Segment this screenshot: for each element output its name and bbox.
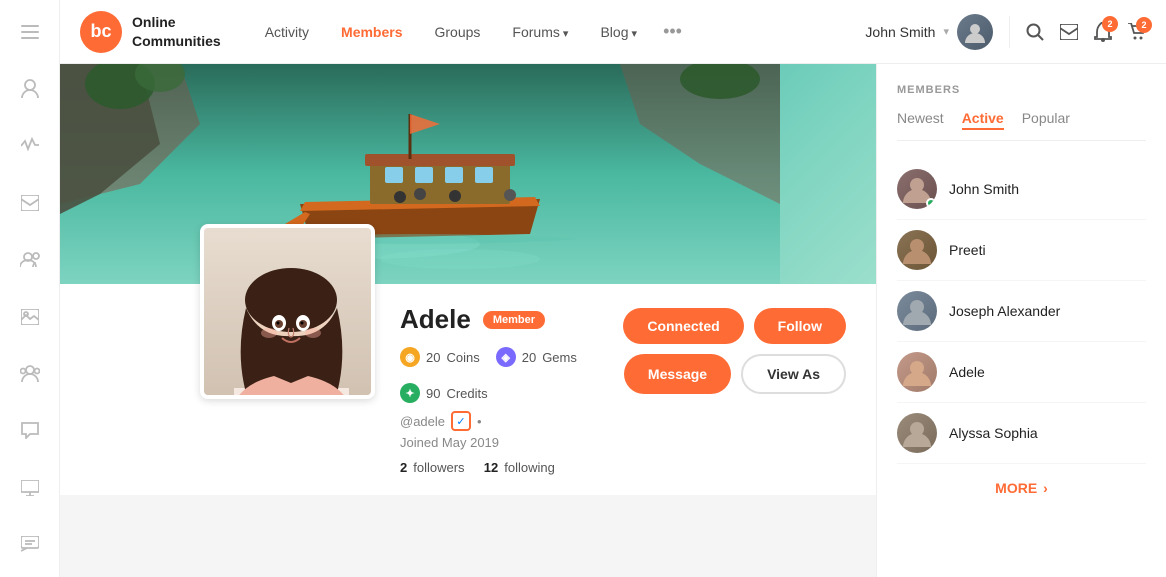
sidebar-user-icon[interactable] — [12, 73, 48, 106]
sidebar-inbox-icon[interactable] — [12, 187, 48, 220]
sidebar — [0, 0, 60, 577]
member-name: Joseph Alexander — [949, 303, 1060, 319]
profile-name: Adele — [400, 304, 471, 335]
nav-links: Activity Members Groups Forums Blog ••• — [251, 13, 846, 50]
member-list-item[interactable]: John Smith — [897, 159, 1146, 220]
sidebar-comment-icon[interactable] — [12, 528, 48, 561]
member-avatar — [897, 169, 937, 209]
nav-activity[interactable]: Activity — [251, 16, 323, 48]
secondary-actions: Message View As — [624, 354, 846, 394]
member-avatar — [897, 352, 937, 392]
online-indicator — [926, 198, 936, 208]
member-name: John Smith — [949, 181, 1019, 197]
sidebar-people-icon[interactable] — [12, 244, 48, 277]
credits-stat: ✦ 90 Credits — [400, 383, 488, 403]
tab-active[interactable]: Active — [962, 110, 1004, 130]
sidebar-activity-icon[interactable] — [12, 130, 48, 163]
following-label: following — [504, 460, 555, 475]
member-name: Alyssa Sophia — [949, 425, 1038, 441]
nav-right-area: John Smith ▾ — [865, 14, 1146, 50]
more-members-link[interactable]: MORE › — [897, 480, 1146, 496]
member-list-item[interactable]: Alyssa Sophia — [897, 403, 1146, 464]
members-heading: MEMBERS — [897, 84, 1146, 96]
nav-groups[interactable]: Groups — [421, 16, 495, 48]
top-navigation: bc Online Communities Activity Members G… — [60, 0, 1166, 64]
profile-stats: ◉ 20 Coins ◈ 20 Gems ✦ 90 Credits — [400, 347, 593, 403]
brand-name: Online Communities — [132, 13, 221, 49]
cart-button[interactable]: 2 — [1128, 23, 1146, 41]
profile-section: Adele Member ◉ 20 Coins ◈ 20 Gems — [60, 64, 876, 577]
cover-image — [60, 64, 780, 284]
members-tabs: Newest Active Popular — [897, 110, 1146, 141]
user-menu[interactable]: John Smith ▾ — [865, 14, 993, 50]
nav-more-dots[interactable]: ••• — [655, 13, 690, 50]
cart-badge: 2 — [1136, 17, 1152, 33]
nav-blog[interactable]: Blog — [586, 16, 651, 48]
member-name: Adele — [949, 364, 985, 380]
notifications-badge: 2 — [1102, 16, 1118, 32]
followers-label: followers — [413, 460, 464, 475]
member-list-item[interactable]: Joseph Alexander — [897, 281, 1146, 342]
verified-icon: ✓ — [451, 411, 471, 431]
coins-icon: ◉ — [400, 347, 420, 367]
profile-name-row: Adele Member — [400, 304, 593, 335]
main-content: bc Online Communities Activity Members G… — [60, 0, 1166, 577]
page-content: Adele Member ◉ 20 Coins ◈ 20 Gems — [60, 64, 1166, 577]
sidebar-image-icon[interactable] — [12, 301, 48, 334]
gems-icon: ◈ — [496, 347, 516, 367]
member-avatar — [897, 291, 937, 331]
logo-icon: bc — [80, 11, 122, 53]
member-badge: Member — [483, 311, 545, 329]
member-avatar — [897, 230, 937, 270]
profile-details: Adele Member ◉ 20 Coins ◈ 20 Gems — [400, 304, 593, 475]
member-list-item[interactable]: Preeti — [897, 220, 1146, 281]
tab-popular[interactable]: Popular — [1022, 110, 1070, 130]
nav-members[interactable]: Members — [327, 16, 416, 48]
member-name: Preeti — [949, 242, 986, 258]
cover-photo — [60, 64, 876, 284]
profile-joined: Joined May 2019 — [400, 435, 593, 450]
nav-user-avatar — [957, 14, 993, 50]
profile-handle: @adele ✓ • — [400, 411, 593, 431]
view-as-button[interactable]: View As — [741, 354, 846, 394]
coins-stat: ◉ 20 Coins — [400, 347, 480, 367]
member-list-item[interactable]: Adele — [897, 342, 1146, 403]
right-panel: MEMBERS Newest Active Popular John Smith — [876, 64, 1166, 577]
sidebar-desktop-icon[interactable] — [12, 471, 48, 504]
chevron-right-icon: › — [1043, 480, 1048, 496]
primary-actions: Connected Follow — [623, 308, 846, 344]
member-avatar — [897, 413, 937, 453]
search-button[interactable] — [1026, 23, 1044, 41]
sidebar-chat-icon[interactable] — [12, 414, 48, 447]
inbox-button[interactable] — [1060, 24, 1078, 40]
followers-row: 2 followers 12 following — [400, 460, 593, 475]
profile-info-row: Adele Member ◉ 20 Coins ◈ 20 Gems — [60, 284, 876, 495]
nav-user-name: John Smith — [865, 24, 935, 40]
notifications-button[interactable]: 2 — [1094, 22, 1112, 42]
logo[interactable]: bc Online Communities — [80, 11, 221, 53]
action-buttons: Connected Follow Message View As — [623, 304, 846, 394]
credits-icon: ✦ — [400, 383, 420, 403]
profile-avatar — [200, 224, 375, 399]
sidebar-group-icon[interactable] — [12, 357, 48, 390]
nav-divider — [1009, 16, 1010, 48]
connected-button[interactable]: Connected — [623, 308, 743, 344]
tab-newest[interactable]: Newest — [897, 110, 944, 130]
gems-stat: ◈ 20 Gems — [496, 347, 577, 367]
follow-button[interactable]: Follow — [754, 308, 846, 344]
sidebar-menu-icon[interactable] — [12, 16, 48, 49]
nav-forums[interactable]: Forums — [498, 16, 582, 48]
message-button[interactable]: Message — [624, 354, 731, 394]
